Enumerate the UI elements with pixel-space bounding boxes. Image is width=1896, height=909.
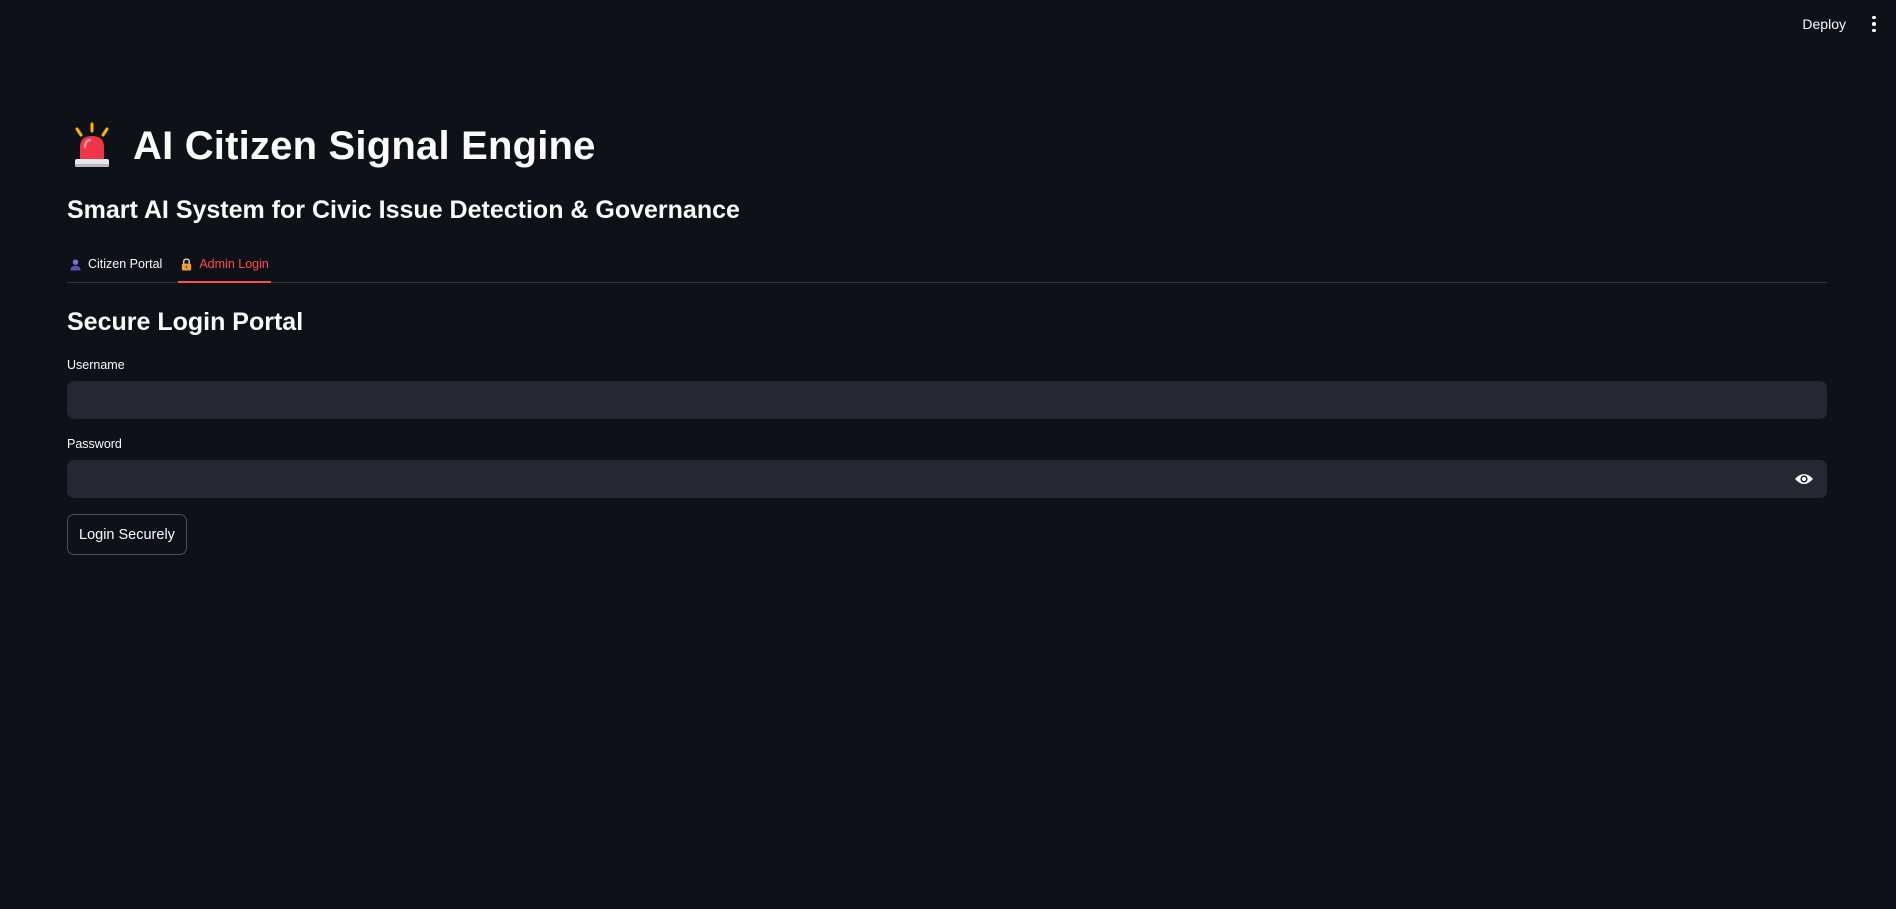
password-field <box>67 460 1827 498</box>
title-row: AI Citizen Signal Engine <box>67 118 596 174</box>
username-input[interactable] <box>67 381 1827 419</box>
police-light-icon <box>75 122 109 167</box>
password-input[interactable] <box>67 460 1827 498</box>
tab-citizen-portal[interactable]: Citizen Portal <box>67 246 164 282</box>
lock-icon <box>182 257 192 271</box>
login-heading: Secure Login Portal <box>67 308 304 336</box>
page-subtitle: Smart AI System for Civic Issue Detectio… <box>67 196 740 224</box>
login-button[interactable]: Login Securely <box>67 514 187 555</box>
password-label: Password <box>67 437 122 451</box>
top-toolbar: Deploy <box>1796 0 1896 48</box>
app-page: Deploy AI Citizen Signal Engine Smart AI… <box>0 0 1896 909</box>
kebab-menu-icon[interactable] <box>1866 12 1882 36</box>
page-title: AI Citizen Signal Engine <box>133 123 596 168</box>
eye-icon[interactable] <box>1793 471 1815 487</box>
deploy-button[interactable]: Deploy <box>1796 12 1852 36</box>
tab-admin-login[interactable]: Admin Login <box>178 246 271 283</box>
username-label: Username <box>67 358 125 372</box>
person-icon <box>70 258 81 271</box>
tab-bar: Citizen Portal Admin Login <box>67 246 1827 283</box>
tab-label-citizen-portal: Citizen Portal <box>88 257 163 271</box>
tab-label-admin-login: Admin Login <box>199 257 269 271</box>
